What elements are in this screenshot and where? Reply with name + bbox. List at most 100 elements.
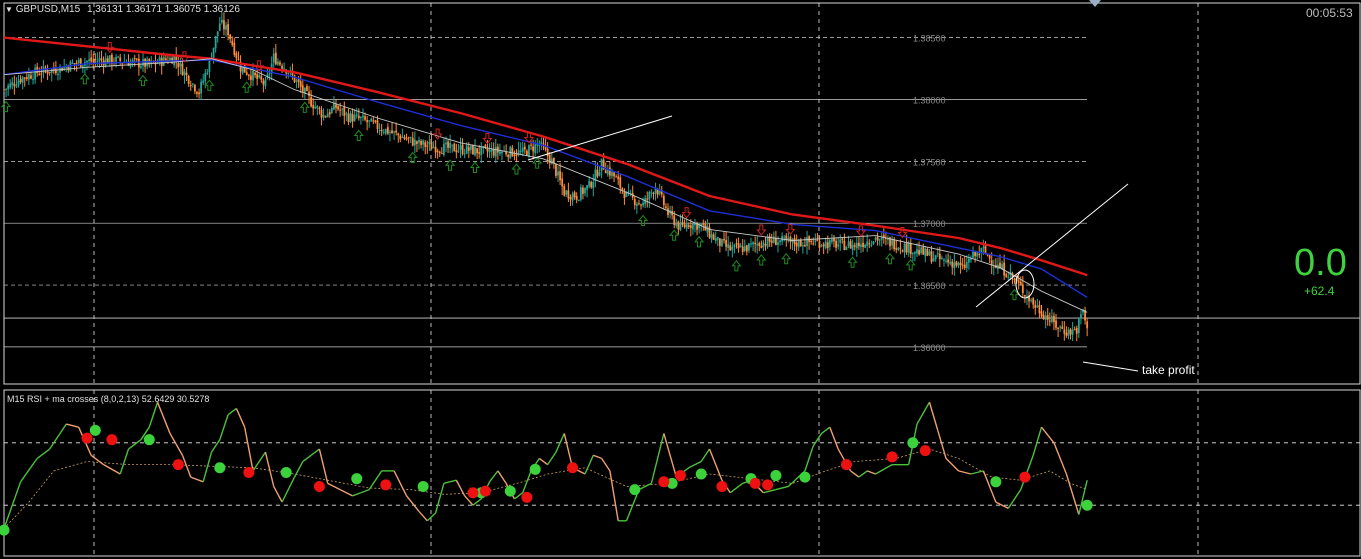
candle-body — [401, 136, 404, 138]
candle-body — [374, 120, 377, 122]
candle-body — [804, 245, 806, 247]
candle-body — [571, 193, 574, 201]
candle-body — [73, 63, 76, 65]
candle-body — [810, 240, 813, 242]
candle-body — [903, 243, 906, 253]
rsi-cross-up-marker — [1081, 499, 1093, 511]
candle-body — [1036, 305, 1039, 307]
rsi-segment — [227, 407, 237, 416]
candle-body — [34, 67, 37, 80]
candle-body — [770, 240, 773, 243]
candle-body — [683, 224, 686, 228]
candle-body — [1057, 327, 1059, 330]
candle-body — [714, 238, 717, 241]
signal-down-arrow — [756, 224, 767, 236]
rsi-segment — [804, 445, 814, 472]
candle-body — [812, 243, 815, 245]
candle-body — [967, 258, 970, 263]
drawing-layer[interactable] — [527, 115, 1139, 372]
candle-body — [449, 142, 452, 149]
rsi-segment — [406, 495, 420, 512]
candle-body — [835, 240, 837, 248]
candle-body — [351, 113, 354, 122]
candle-body — [476, 148, 478, 154]
chart-canvas[interactable]: 1.38500 1.38000 1.37500 1.37000 1.36500 1.360… — [0, 0, 1361, 559]
rsi-cross-down-marker — [762, 479, 774, 491]
candle-body — [615, 176, 618, 178]
chart-menu-triangle-icon[interactable]: ▼ — [5, 5, 13, 14]
rsi-segment — [601, 458, 611, 472]
rsi-cross-down-marker — [467, 487, 479, 499]
candle-body — [326, 113, 329, 118]
rsi-cross-down-marker — [81, 432, 93, 444]
candle-body — [459, 145, 462, 150]
candle-body — [847, 241, 850, 247]
candle-body — [260, 75, 263, 80]
candle-body — [434, 146, 437, 153]
candle-body — [264, 79, 267, 87]
rsi-segment — [593, 454, 602, 460]
rsi-cross-up-marker — [214, 462, 226, 474]
candle-body — [96, 60, 99, 62]
candle-body — [1038, 304, 1041, 314]
candle-body — [801, 245, 804, 247]
rsi-segment — [103, 464, 121, 475]
candle-body — [301, 85, 304, 92]
rsi-segment — [181, 455, 192, 478]
candle-body — [23, 77, 26, 79]
candle-body — [17, 80, 20, 86]
rsi-segment — [708, 448, 723, 481]
candle-body — [40, 73, 43, 75]
candle-body — [295, 80, 298, 82]
candle-body — [947, 259, 950, 263]
rsi-signal-line — [3, 448, 1088, 529]
candle-body — [642, 202, 644, 206]
candle-body — [407, 137, 410, 139]
signal-up-arrow — [756, 254, 767, 266]
candle-body — [1055, 320, 1057, 328]
candle-body — [362, 115, 364, 118]
candle-body — [216, 31, 219, 36]
scroll-marker-icon[interactable] — [1089, 0, 1101, 7]
candle-body — [208, 59, 211, 72]
profit-delta-value: +62.4 — [1304, 284, 1335, 298]
candle-body — [318, 108, 321, 110]
candle-body — [648, 191, 651, 200]
candle-body — [100, 58, 103, 60]
candle-body — [797, 239, 800, 248]
ohlc-values: 1.36131 1.36171 1.36075 1.36126 — [86, 4, 240, 15]
candle-body — [727, 244, 730, 248]
candle-body — [364, 116, 366, 120]
rsi-segment — [488, 470, 499, 483]
candle-body — [484, 145, 487, 147]
candle-body — [617, 176, 620, 180]
rsi-segment — [763, 488, 777, 494]
candle-body — [795, 242, 798, 247]
candle-body — [98, 58, 101, 62]
rsi-cross-down-marker — [172, 459, 184, 471]
candle-body — [540, 141, 543, 144]
signal-up-arrow — [204, 79, 215, 91]
candle-body — [322, 114, 325, 118]
candle-body — [447, 141, 449, 148]
candle-body — [1017, 280, 1020, 283]
candle-body — [694, 223, 696, 226]
candle-body — [930, 251, 933, 262]
candle-body — [901, 250, 904, 252]
candle-body — [279, 62, 281, 65]
rsi-segment — [252, 451, 267, 472]
indicator-label: M15 RSI + ma crosses (8,0,2,13) 52.6429 … — [7, 394, 210, 404]
rsi-cross-up-marker — [799, 471, 811, 483]
candle-body — [534, 144, 537, 154]
candle-body — [872, 241, 875, 245]
candle-body — [513, 154, 516, 156]
candle-body — [177, 63, 180, 68]
candle-body — [523, 146, 526, 150]
candle-body — [13, 83, 16, 87]
candle-body — [235, 53, 238, 59]
candle-body — [988, 255, 991, 259]
candle-body — [335, 104, 337, 108]
rsi-cross-down-marker — [1019, 471, 1031, 483]
candle-body — [843, 240, 846, 250]
rsi-segment — [472, 498, 482, 506]
